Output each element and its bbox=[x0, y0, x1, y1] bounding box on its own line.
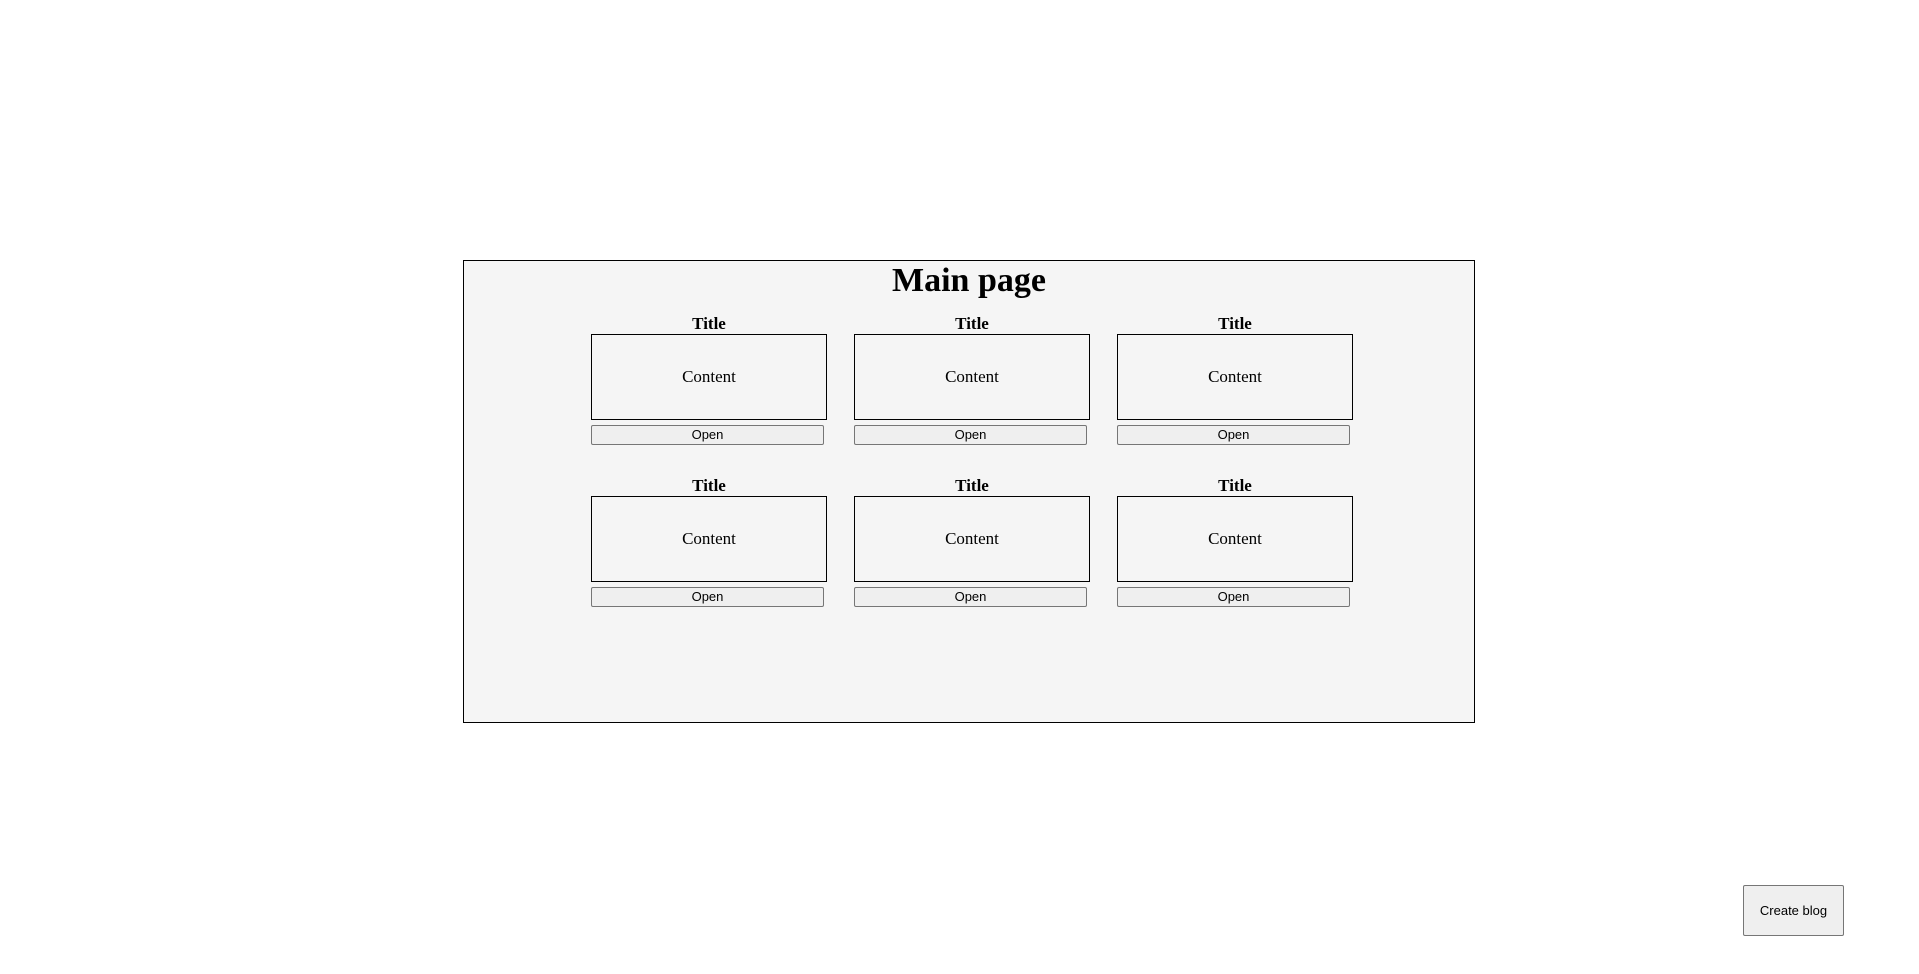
main-panel: Main page Title Content Open Title Conte… bbox=[463, 260, 1475, 723]
open-button[interactable]: Open bbox=[1117, 587, 1350, 607]
blog-card: Title Content Open bbox=[854, 476, 1090, 607]
card-content: Content bbox=[1117, 334, 1353, 420]
blog-card: Title Content Open bbox=[854, 314, 1090, 445]
blog-card: Title Content Open bbox=[591, 314, 827, 445]
create-blog-button[interactable]: Create blog bbox=[1743, 885, 1844, 936]
blog-card: Title Content Open bbox=[591, 476, 827, 607]
blog-card: Title Content Open bbox=[1117, 476, 1353, 607]
open-button[interactable]: Open bbox=[1117, 425, 1350, 445]
open-button[interactable]: Open bbox=[591, 425, 824, 445]
card-title: Title bbox=[692, 476, 726, 495]
card-content: Content bbox=[591, 334, 827, 420]
card-title: Title bbox=[955, 314, 989, 333]
card-title: Title bbox=[1218, 476, 1252, 495]
card-title: Title bbox=[1218, 314, 1252, 333]
card-content: Content bbox=[591, 496, 827, 582]
page-title: Main page bbox=[892, 262, 1046, 299]
open-button[interactable]: Open bbox=[854, 425, 1087, 445]
card-content: Content bbox=[1117, 496, 1353, 582]
card-content: Content bbox=[854, 496, 1090, 582]
blog-card: Title Content Open bbox=[1117, 314, 1353, 445]
open-button[interactable]: Open bbox=[854, 587, 1087, 607]
open-button[interactable]: Open bbox=[591, 587, 824, 607]
card-title: Title bbox=[692, 314, 726, 333]
card-content: Content bbox=[854, 334, 1090, 420]
card-title: Title bbox=[955, 476, 989, 495]
